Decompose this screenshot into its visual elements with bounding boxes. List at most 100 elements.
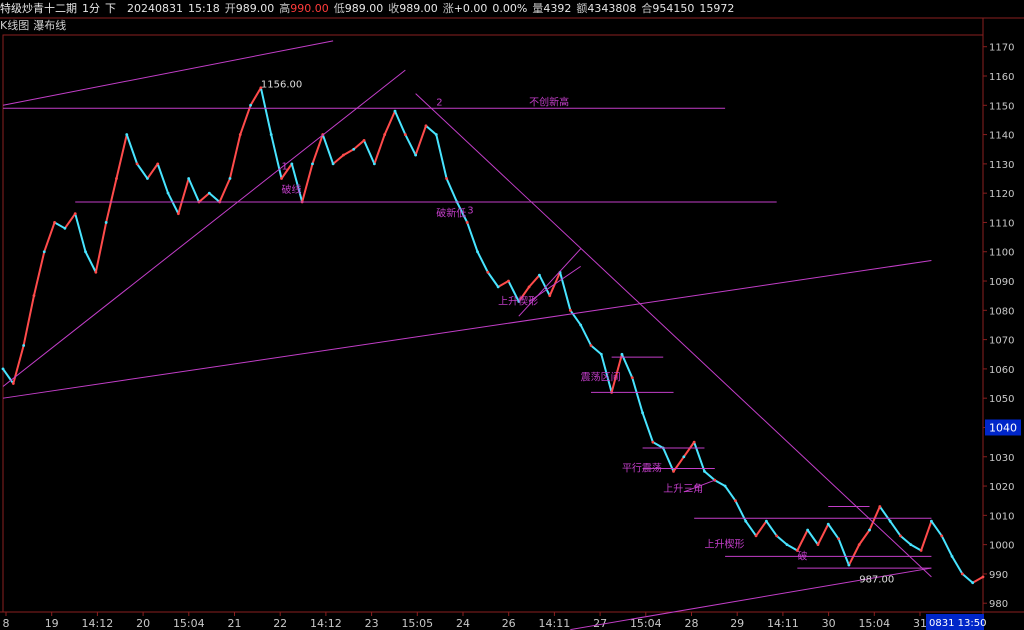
- annotation-label: 上升楔形: [498, 295, 538, 307]
- price-segment: [487, 271, 499, 288]
- annotation-label: 震荡区间: [581, 371, 621, 384]
- price-segment: [879, 505, 891, 522]
- price-point: [960, 572, 964, 576]
- price-segment: [12, 345, 25, 384]
- price-point: [228, 177, 232, 180]
- price-point: [899, 534, 902, 538]
- y-tick-label: 990: [989, 570, 1008, 581]
- price-point: [22, 344, 26, 347]
- price-segment: [806, 529, 819, 546]
- x-tick-label: 24: [456, 617, 470, 630]
- annotation-label: 3: [467, 206, 473, 217]
- price-segment: [930, 520, 943, 537]
- price-point: [971, 581, 975, 585]
- y-tick-label: 1170: [989, 43, 1014, 54]
- price-point: [434, 133, 438, 136]
- x-tick-label: 14:11: [539, 617, 571, 630]
- price-segment: [198, 192, 210, 203]
- price-point: [857, 543, 861, 547]
- price-point: [878, 505, 882, 508]
- price-segment: [125, 134, 139, 165]
- price-segment: [2, 368, 15, 385]
- x-tick-label: 20: [136, 617, 150, 630]
- y-tick-label: 1110: [989, 218, 1014, 229]
- y-tick-label: 1060: [989, 365, 1014, 376]
- price-segment: [683, 441, 695, 458]
- trendlines: [2, 40, 932, 630]
- annotation-label: 不创新高: [529, 95, 569, 108]
- price-segment: [167, 192, 180, 215]
- price-segment: [765, 520, 778, 537]
- price-segment: [837, 538, 850, 566]
- price-segment: [136, 163, 149, 180]
- price-point: [249, 103, 252, 107]
- price-segment: [920, 520, 933, 551]
- price-point: [930, 519, 933, 523]
- price-point: [63, 226, 67, 230]
- x-tick-label: 15:04: [858, 617, 890, 630]
- price-point: [32, 294, 36, 298]
- price-point: [342, 153, 345, 157]
- price-segment: [466, 222, 479, 253]
- price-segment: [497, 280, 509, 288]
- price-segment: [259, 87, 273, 135]
- price-point: [331, 162, 335, 166]
- price-point: [414, 153, 418, 157]
- x-tick-label: 28: [685, 617, 699, 630]
- price-point: [84, 250, 87, 254]
- price-segment: [404, 134, 417, 156]
- price-segment: [972, 575, 984, 584]
- price-segment: [476, 251, 489, 273]
- price-segment: [786, 543, 798, 552]
- price-point: [465, 221, 469, 224]
- price-segment: [744, 520, 757, 537]
- trendline[interactable]: [415, 93, 932, 578]
- price-segment: [290, 163, 304, 203]
- annotation-label: 上升三角: [663, 483, 703, 495]
- price-segment: [187, 178, 200, 203]
- x-tick-label: 14:12: [310, 617, 342, 630]
- price-point: [486, 270, 490, 274]
- x-tick-label: 22: [273, 617, 287, 630]
- price-point: [146, 177, 149, 180]
- price-segment: [342, 148, 355, 156]
- price-point: [403, 133, 407, 136]
- x-tick-label: 15:04: [173, 617, 205, 630]
- kline-chart[interactable]: 9809901000101010201030104010501060107010…: [0, 0, 1024, 630]
- price-segment: [889, 520, 902, 537]
- price-point: [847, 563, 851, 567]
- annotation-label: 上升楔形: [704, 539, 744, 551]
- current-price-tag-label: 1040: [989, 421, 1017, 434]
- price-point: [73, 212, 77, 216]
- trendline[interactable]: [2, 40, 334, 106]
- price-segment: [714, 479, 726, 487]
- price-segment: [425, 125, 437, 136]
- price-point: [775, 534, 779, 538]
- price-point: [909, 543, 913, 547]
- price-segment: [631, 377, 644, 414]
- price-point: [383, 133, 387, 136]
- price-point: [785, 543, 789, 547]
- price-point: [692, 440, 696, 444]
- price-point: [641, 411, 644, 415]
- y-tick-label: 1120: [989, 189, 1014, 200]
- price-point: [496, 285, 500, 289]
- price-point: [424, 124, 428, 128]
- price-segment: [64, 213, 77, 229]
- price-point: [764, 519, 768, 523]
- price-point: [115, 177, 118, 180]
- y-tick-label: 1090: [989, 277, 1014, 288]
- x-tick-label: 14:11: [767, 617, 799, 630]
- price-segment: [776, 535, 788, 546]
- price-point: [703, 470, 706, 473]
- price-point: [187, 177, 191, 180]
- price-point: [269, 133, 273, 136]
- trendline[interactable]: [2, 260, 932, 399]
- price-segment: [22, 295, 35, 346]
- price-segment: [848, 544, 861, 566]
- price-segment: [899, 535, 912, 546]
- price-point: [393, 109, 397, 113]
- x-tick-label: 29: [730, 617, 744, 630]
- price-point: [950, 554, 954, 558]
- price-point: [940, 534, 944, 538]
